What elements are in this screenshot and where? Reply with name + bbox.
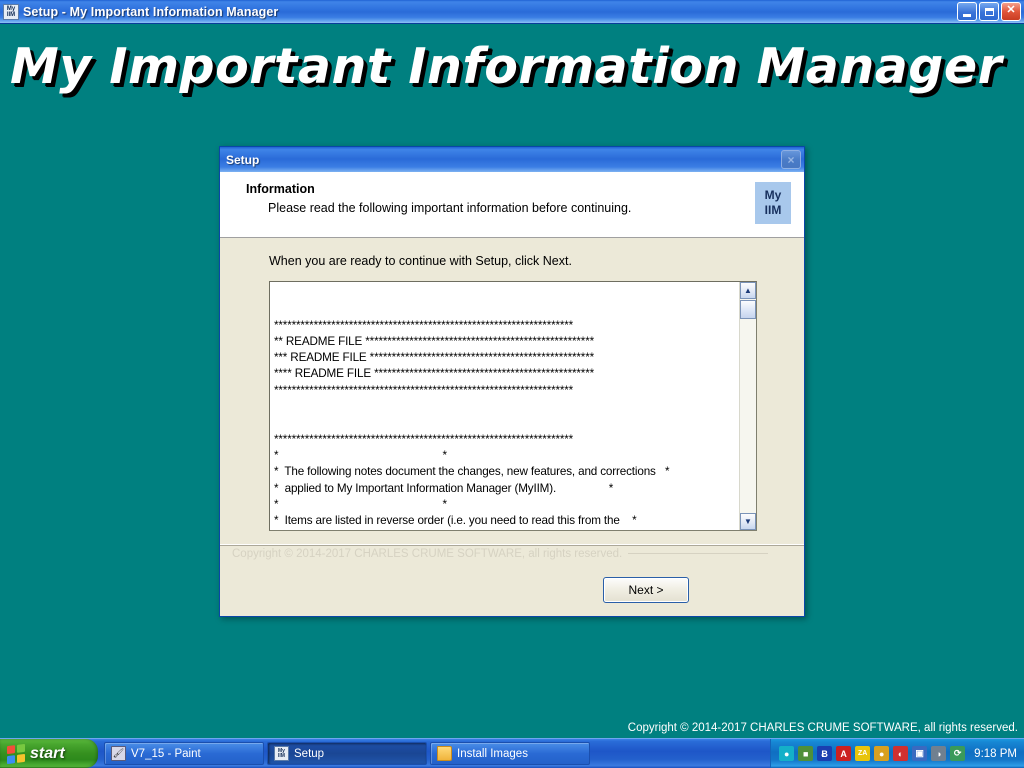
- next-button-label: Next >: [628, 583, 664, 597]
- volume-icon[interactable]: ◑: [931, 746, 947, 761]
- desktop: My IIM Setup - My Important Information …: [0, 0, 1024, 768]
- readme-content: ****************************************…: [274, 318, 670, 528]
- display-icon[interactable]: ■: [798, 746, 814, 761]
- taskbar-button[interactable]: Install Images: [430, 742, 590, 765]
- minimize-button[interactable]: [957, 2, 977, 21]
- setup-icon: My IIM: [274, 746, 289, 761]
- app-icon-line2: IIM: [6, 11, 16, 18]
- tray-icon-list: ● ■ Ƀ A ZA ● ◐ ▣ ◑ ⟳: [779, 746, 966, 761]
- close-button[interactable]: ✕: [1001, 2, 1021, 21]
- taskbar-tasks: 🖌 V7_15 - Paint My IIM Setup Install Images: [98, 739, 770, 768]
- taskbar-button[interactable]: 🖌 V7_15 - Paint: [104, 742, 264, 765]
- scrollbar-thumb[interactable]: [740, 300, 756, 319]
- app-banner-title: My Important Information Manager: [10, 38, 1003, 95]
- dialog-header: Information Please read the following im…: [220, 172, 804, 238]
- start-label: start: [30, 744, 65, 762]
- paint-icon: 🖌: [111, 746, 126, 761]
- setup-dialog: Setup × Information Please read the foll…: [219, 146, 805, 617]
- dialog-title-bar: Setup ×: [220, 147, 804, 172]
- logo-line1: My: [764, 188, 782, 202]
- dialog-close-button[interactable]: ×: [781, 150, 801, 169]
- next-button[interactable]: Next >: [603, 577, 689, 603]
- dialog-footer: Copyright © 2014-2017 CHARLES CRUME SOFT…: [220, 544, 804, 616]
- dialog-header-subtitle: Please read the following important info…: [268, 201, 632, 215]
- update-icon[interactable]: ●: [874, 746, 890, 761]
- taskbar-button[interactable]: My IIM Setup: [267, 742, 427, 765]
- dialog-header-title: Information: [246, 182, 315, 196]
- app-title-bar: My IIM Setup - My Important Information …: [0, 0, 1024, 24]
- bluetooth-icon[interactable]: Ƀ: [817, 746, 833, 761]
- readme-textbox[interactable]: ****************************************…: [269, 281, 757, 531]
- dialog-copyright: Copyright © 2014-2017 CHARLES CRUME SOFT…: [232, 548, 768, 560]
- shield-icon[interactable]: ◐: [893, 746, 909, 761]
- dialog-body: When you are ready to continue with Setu…: [220, 238, 804, 544]
- scroll-up-icon[interactable]: ▲: [740, 282, 756, 299]
- scrollbar-track[interactable]: [740, 319, 756, 530]
- readme-scrollbar[interactable]: ▲ ▼: [739, 282, 756, 530]
- windows-flag-icon: [7, 743, 25, 764]
- taskbar-button-label: Install Images: [457, 747, 528, 760]
- restore-button[interactable]: [979, 2, 999, 21]
- system-tray: ● ■ Ƀ A ZA ● ◐ ▣ ◑ ⟳ 9:18 PM: [770, 739, 1024, 768]
- network-connections-icon[interactable]: ▣: [912, 746, 928, 761]
- dialog-title: Setup: [226, 152, 260, 167]
- footer-divider: [220, 545, 804, 546]
- ready-instruction: When you are ready to continue with Setu…: [269, 254, 572, 268]
- taskbar: start 🖌 V7_15 - Paint My IIM Setup Install Im…: [0, 738, 1024, 768]
- myiim-icon: My IIM: [3, 3, 19, 20]
- scroll-down-icon[interactable]: ▼: [740, 513, 756, 530]
- network-icon[interactable]: ●: [779, 746, 795, 761]
- myiim-logo-icon: My IIM: [755, 182, 791, 224]
- antivirus-icon[interactable]: A: [836, 746, 852, 761]
- logo-line2: IIM: [764, 203, 782, 217]
- clock[interactable]: 9:18 PM: [974, 748, 1017, 760]
- taskbar-button-label: Setup: [294, 747, 325, 760]
- start-button[interactable]: start: [0, 739, 98, 768]
- app-title: Setup - My Important Information Manager: [23, 4, 279, 19]
- desktop-copyright: Copyright © 2014-2017 CHARLES CRUME SOFT…: [627, 722, 1018, 734]
- taskbar-button-label: V7_15 - Paint: [131, 747, 201, 760]
- folder-icon: [437, 746, 452, 761]
- sync-icon[interactable]: ⟳: [950, 746, 966, 761]
- zonealarm-icon[interactable]: ZA: [855, 746, 871, 761]
- window-controls: ✕: [957, 2, 1021, 21]
